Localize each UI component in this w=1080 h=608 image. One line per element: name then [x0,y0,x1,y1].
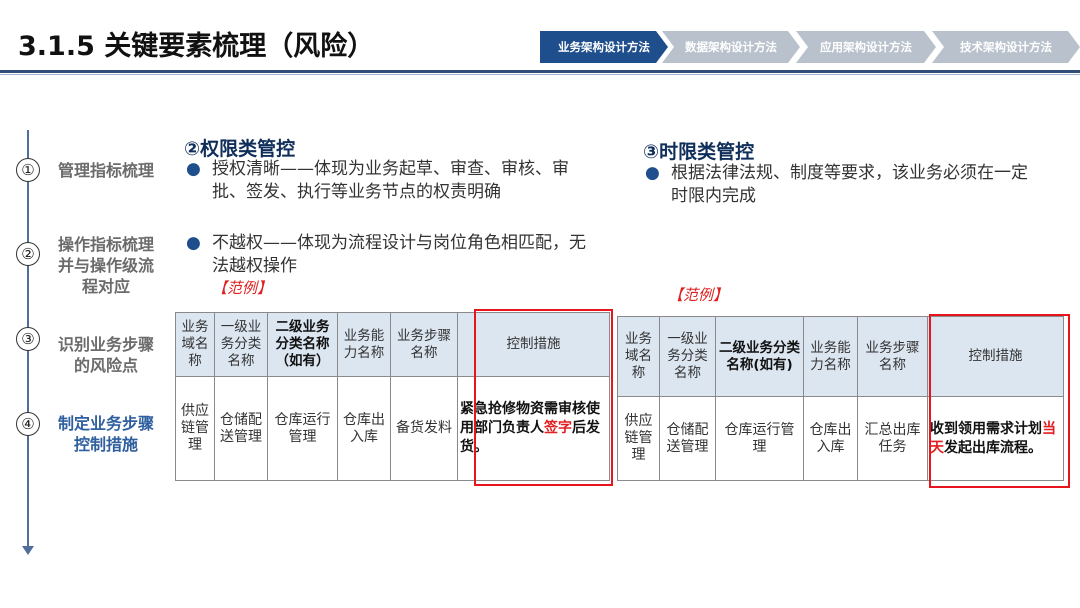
table-header-step: 业务步骤名称 [390,312,458,377]
step-label-1: 管理指标梳理 [57,161,154,180]
authority-control-title: ②权限类管控 [184,138,296,160]
step-number-2: ② [16,242,40,266]
table-cell: 仓库出入库 [803,396,858,481]
authority-example-label: 【范例】 [212,279,273,297]
timelimit-bullet-1: ● 根据法律法规、制度等要求，该业务必须在一定时限内完成 [645,162,1030,208]
table-cell: 供应链管理 [617,396,660,481]
nav-step-business[interactable]: 业务架构设计方法 [540,31,668,63]
table-cell: 仓库运行管理 [715,396,804,481]
method-nav: 业务架构设计方法 数据架构设计方法 应用架构设计方法 技术架构设计方法 [540,31,1080,63]
step-number-3: ③ [16,327,40,351]
authority-bullet-1-text: 授权清晰——体现为业务起草、审查、审核、审批、签发、执行等业务节点的权责明确 [212,159,569,202]
table-cell: 仓储配送管理 [659,396,716,481]
step-label-4: 制定业务步骤控制措施 [57,414,154,454]
table-header-level2: 二级业务分类名称(如有) [715,316,804,397]
table-cell: 仓库运行管理 [267,376,338,481]
table-header-domain: 业务域名称 [617,316,660,397]
timeline-arrow-icon [22,546,34,555]
highlight-box [929,314,1070,488]
bullet-dot-icon: ● [186,233,201,253]
table-cell: 仓储配送管理 [214,376,268,481]
step-label-2: 操作指标梳理并与操作级流程对应 [57,235,154,296]
nav-step-data[interactable]: 数据架构设计方法 [662,31,800,63]
table-header-domain: 业务域名称 [175,312,215,377]
step-label-3: 识别业务步骤的风险点 [57,335,154,375]
table-header-step: 业务步骤名称 [857,316,928,397]
authority-bullet-2-text: 不越权——体现为流程设计与岗位角色相匹配，无法越权操作 [212,233,586,276]
title-underline [0,70,1080,73]
table-header-level2: 二级业务分类名称（如有） [267,312,338,377]
title-underline-thin [0,74,1080,75]
step-number-1: ① [16,158,40,182]
bullet-dot-icon: ● [645,163,660,183]
highlight-box [474,309,613,486]
bullet-dot-icon: ● [186,159,201,179]
table-header-capability: 业务能力名称 [337,312,391,377]
table-cell: 汇总出库任务 [857,396,928,481]
authority-bullet-1: ● 授权清晰——体现为业务起草、审查、审核、审批、签发、执行等业务节点的权责明确 [186,158,586,204]
table-header-level1: 一级业务分类名称 [659,316,716,397]
table-cell: 仓库出入库 [337,376,391,481]
step-number-4: ④ [16,412,40,436]
table-header-capability: 业务能力名称 [803,316,858,397]
table-header-level1: 一级业务分类名称 [214,312,268,377]
timelimit-example-label: 【范例】 [668,286,729,304]
table-cell: 供应链管理 [175,376,215,481]
nav-step-technology[interactable]: 技术架构设计方法 [932,31,1080,63]
table-cell: 备货发料 [390,376,458,481]
timelimit-bullet-1-text: 根据法律法规、制度等要求，该业务必须在一定时限内完成 [671,163,1028,206]
authority-bullet-2: ● 不越权——体现为流程设计与岗位角色相匹配，无法越权操作 [186,232,586,278]
page-title: 3.1.5 关键要素梳理（风险） [18,31,375,62]
timelimit-control-title: ③时限类管控 [643,141,755,163]
nav-step-application[interactable]: 应用架构设计方法 [796,31,936,63]
